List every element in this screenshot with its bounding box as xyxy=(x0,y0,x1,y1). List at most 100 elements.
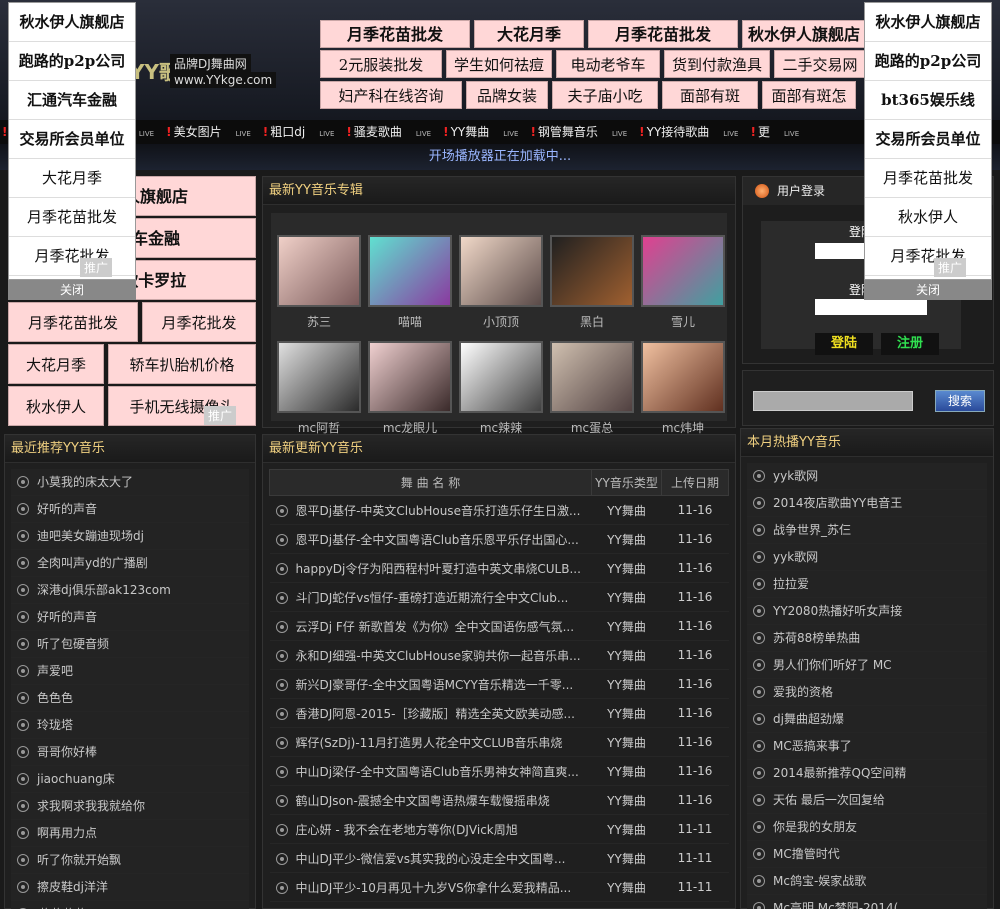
album-thumbnail[interactable] xyxy=(550,235,634,307)
top-ad-row3-2[interactable]: 夫子庙小吃 xyxy=(552,81,658,109)
left-float-close[interactable]: 关闭 xyxy=(8,280,136,300)
list-item-label[interactable]: 你是我的女朋友 xyxy=(773,820,857,834)
list-item-label[interactable]: 求我啊求我我就给你 xyxy=(37,799,145,813)
list-item-label[interactable]: 天佑 最后一次回复给 xyxy=(773,793,885,807)
album-item[interactable]: 小顶顶 xyxy=(459,235,543,330)
song-name[interactable]: 鹤山DJson-震撼全中文国粤语热爆车载慢摇串烧 xyxy=(296,794,550,808)
table-row[interactable]: 新兴DJ豪哥仔-全中文国粤语MCYY音乐精选一千零... YY舞曲 11-16 xyxy=(269,669,729,699)
list-item[interactable]: 色色色 xyxy=(11,685,249,712)
list-item-label[interactable]: 2014夜店歌曲YY电音王 xyxy=(773,496,902,510)
list-item[interactable]: 天佑 最后一次回复给 xyxy=(747,787,987,814)
login-button[interactable]: 登陆 xyxy=(815,333,873,355)
table-row[interactable]: 永和DJ细强-中英文ClubHouse家驹共你一起音乐串... YY舞曲 11-16 xyxy=(269,640,729,670)
list-item-label[interactable]: jiaochuang床 xyxy=(37,772,115,786)
album-item[interactable]: 喵喵 xyxy=(368,235,452,330)
top-ad-row3-1[interactable]: 品牌女装 xyxy=(466,81,548,109)
album-item[interactable]: mc阿哲 xyxy=(277,341,361,436)
list-item[interactable]: 好听的声音 xyxy=(11,496,249,523)
float-ad-item[interactable]: 月季花苗批发 xyxy=(865,159,991,198)
live-item-4[interactable]: 骚麦歌曲 xyxy=(354,120,402,144)
song-name[interactable]: 辉仔(SzDj)-11月打造男人花全中文CLUB音乐串烧 xyxy=(296,736,563,750)
list-item[interactable]: 拉拉爱 xyxy=(747,571,987,598)
float-ad-item[interactable]: 汇通汽车金融 xyxy=(9,81,135,120)
float-ad-item[interactable]: 月季花批发 xyxy=(865,237,991,276)
song-name-cell[interactable]: 云浮Dj F仔 新歌首发《为你》全中文国语伤感气氛... xyxy=(269,611,592,641)
album-item[interactable]: 雪儿 xyxy=(641,235,725,330)
list-item[interactable]: 爱我的资格 xyxy=(747,679,987,706)
song-name-cell[interactable]: happyDj令仔为阳西程村叶夏打造中英文串烧CULB... xyxy=(269,553,592,583)
list-item-label[interactable]: 听了包硬音频 xyxy=(37,637,109,651)
album-thumbnail[interactable] xyxy=(277,341,361,413)
top-ad-row2-3[interactable]: 货到付款渔具 xyxy=(664,50,770,78)
song-name-cell[interactable]: 庄心妍 - 我不会在老地方等你(DJVick周旭 xyxy=(269,814,592,844)
list-item[interactable]: 苏荷88榜单热曲 xyxy=(747,625,987,652)
list-item-label[interactable]: 迪吧美女蹦迪现场dj xyxy=(37,529,144,543)
song-name-cell[interactable]: 永和DJ细强-中英文ClubHouse家驹共你一起音乐串... xyxy=(269,640,592,670)
list-item[interactable]: 你是我的女朋友 xyxy=(747,814,987,841)
list-item[interactable]: 战争世界_苏仨 xyxy=(747,517,987,544)
list-item[interactable]: yyk歌网 xyxy=(747,544,987,571)
list-item-label[interactable]: 啊再用力点 xyxy=(37,826,97,840)
list-item-label[interactable]: 听了你就开始飘 xyxy=(37,853,121,867)
list-item-label[interactable]: MC撸管时代 xyxy=(773,847,840,861)
left-ad-4-0[interactable]: 大花月季 xyxy=(8,344,104,384)
song-name[interactable]: 中山DJ平少-微信爱vs其实我的心没走全中文国粤... xyxy=(296,852,566,866)
table-row[interactable]: happyDj令仔为阳西程村叶夏打造中英文串烧CULB... YY舞曲 11-16 xyxy=(269,553,729,583)
top-ad-row3-4[interactable]: 面部有斑怎 xyxy=(762,81,856,109)
album-thumbnail[interactable] xyxy=(277,235,361,307)
list-item[interactable]: yyk歌网 xyxy=(747,463,987,490)
left-ad-3-1[interactable]: 月季花批发 xyxy=(142,302,256,342)
left-ad-4-1[interactable]: 轿车扒胎机价格 xyxy=(108,344,256,384)
top-ad-row2-0[interactable]: 2元服装批发 xyxy=(320,50,442,78)
left-ad-5-0[interactable]: 秋水伊人 xyxy=(8,386,104,426)
song-name-cell[interactable]: 新兴DJ豪哥仔-全中文国粤语MCYY音乐精选一千零... xyxy=(269,669,592,699)
list-item-label[interactable]: 小莫我的床太大了 xyxy=(37,475,133,489)
float-ad-item[interactable]: bt365娱乐线 xyxy=(865,81,991,120)
list-item-label[interactable]: 战争世界_苏仨 xyxy=(773,523,851,537)
list-item[interactable]: 全肉叫声yd的广播剧 xyxy=(11,550,249,577)
list-item-label[interactable]: Mc高明 Mc梦阳-2014( xyxy=(773,901,898,909)
song-name-cell[interactable]: 中山DJ平少-10月再见十九岁VS你拿什么爱我精品... xyxy=(269,872,592,902)
float-ad-item[interactable]: 交易所会员单位 xyxy=(865,120,991,159)
song-name[interactable]: 新兴DJ豪哥仔-全中文国粤语MCYY音乐精选一千零... xyxy=(296,678,574,692)
list-item[interactable]: 玲珑塔 xyxy=(11,712,249,739)
list-item[interactable]: 求我啊求我我就给你 xyxy=(11,793,249,820)
list-item-label[interactable]: 好听的声音 xyxy=(37,610,97,624)
list-item[interactable]: 擦皮鞋dj洋洋 xyxy=(11,874,249,901)
list-item-label[interactable]: 男人们你们听好了 MC xyxy=(773,658,892,672)
album-item[interactable]: mc蛋总 xyxy=(550,341,634,436)
album-caption[interactable]: 黑白 xyxy=(550,313,634,330)
table-row[interactable]: 鹤山DJson-震撼全中文国粤语热爆车载慢摇串烧 YY舞曲 11-16 xyxy=(269,785,729,815)
list-item-label[interactable]: 全肉叫声yd的广播剧 xyxy=(37,556,148,570)
table-row[interactable]: 中山DJ平少-微信爱vs其实我的心没走全中文国粤... YY舞曲 11-11 xyxy=(269,843,729,873)
table-row[interactable]: 香港DJ阿恩-2015-［珍藏版］精选全英文欧美动感... YY舞曲 11-16 xyxy=(269,698,729,728)
song-name-cell[interactable]: 辉仔(SzDj)-11月打造男人花全中文CLUB音乐串烧 xyxy=(269,727,592,757)
list-item[interactable]: 听了你就开始飘 xyxy=(11,847,249,874)
list-item[interactable]: 男人们你们听好了 MC xyxy=(747,652,987,679)
list-item-label[interactable]: yyk歌网 xyxy=(773,550,818,564)
top-ad-row1-1[interactable]: 大花月季 xyxy=(474,20,584,48)
album-item[interactable]: 苏三 xyxy=(277,235,361,330)
float-ad-item[interactable]: 秋水伊人旗舰店 xyxy=(9,3,135,42)
song-name[interactable]: 云浮Dj F仔 新歌首发《为你》全中文国语伤感气氛... xyxy=(296,620,575,634)
list-item[interactable]: dj舞曲超劲爆 xyxy=(747,706,987,733)
album-caption[interactable]: 苏三 xyxy=(277,313,361,330)
live-item-6[interactable]: 钢管舞音乐 xyxy=(538,120,598,144)
top-ad-row3-3[interactable]: 面部有斑 xyxy=(662,81,758,109)
float-ad-item[interactable]: 月季花苗批发 xyxy=(9,198,135,237)
song-name[interactable]: 斗门DJ蛇仔vs恒仔-重磅打造近期流行全中文Club... xyxy=(296,591,569,605)
top-ad-row1-0[interactable]: 月季花苗批发 xyxy=(320,20,470,48)
song-name-cell[interactable]: 斗门DJ蛇仔vs恒仔-重磅打造近期流行全中文Club... xyxy=(269,582,592,612)
list-item-label[interactable]: 好听的声音 xyxy=(37,502,97,516)
album-item[interactable]: mc炜坤 xyxy=(641,341,725,436)
live-item-2[interactable]: 美女图片 xyxy=(174,120,222,144)
list-item-label[interactable]: MC恶搞来事了 xyxy=(773,739,852,753)
song-name-cell[interactable]: 恩平Dj基仔-全中文国粤语Club音乐恩平乐仔出国心... xyxy=(269,524,592,554)
list-item-label[interactable]: 深港dj俱乐部ak123com xyxy=(37,583,171,597)
list-item[interactable]: 2014最新推荐QQ空间精 xyxy=(747,760,987,787)
song-name[interactable]: happyDj令仔为阳西程村叶夏打造中英文串烧CULB... xyxy=(296,562,581,576)
song-name-cell[interactable]: 香港DJ阿恩-2015-［珍藏版］精选全英文欧美动感... xyxy=(269,698,592,728)
album-thumbnail[interactable] xyxy=(641,235,725,307)
album-thumbnail[interactable] xyxy=(368,341,452,413)
song-name[interactable]: 永和DJ细强-中英文ClubHouse家驹共你一起音乐串... xyxy=(296,649,581,663)
